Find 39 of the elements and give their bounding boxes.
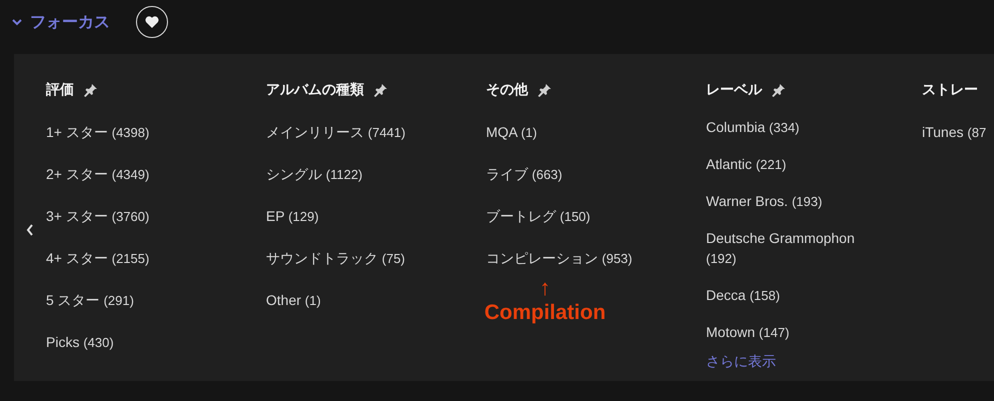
annotation-arrow: ↑ bbox=[540, 276, 550, 300]
facet-title: アルバムの種類 bbox=[266, 81, 364, 99]
show-more-link[interactable]: さらに表示 bbox=[706, 353, 926, 369]
facet-item[interactable]: 2+ スター (4349) bbox=[46, 164, 226, 185]
facet-item[interactable]: Other (1) bbox=[266, 290, 446, 311]
facet-item[interactable]: Columbia (334) bbox=[706, 117, 886, 138]
facet-item[interactable]: Motown (147) bbox=[706, 322, 886, 343]
pin-icon[interactable] bbox=[772, 83, 786, 97]
facet-item[interactable]: サウンドトラック (75) bbox=[266, 248, 446, 269]
facet-item[interactable]: Warner Bros. (193) bbox=[706, 191, 886, 212]
facet-item[interactable]: Picks (430) bbox=[46, 332, 226, 353]
chevron-left-icon bbox=[26, 224, 34, 236]
facet-item[interactable]: iTunes (87 bbox=[922, 122, 994, 143]
facet-title: ストレー bbox=[922, 81, 978, 99]
focus-toggle[interactable]: フォーカス bbox=[12, 12, 110, 32]
facet-item[interactable]: ブートレグ (150) bbox=[486, 206, 666, 227]
pin-icon[interactable] bbox=[538, 83, 552, 97]
facet-item[interactable]: Decca (158) bbox=[706, 285, 886, 306]
annotation-label: Compilation bbox=[484, 300, 606, 326]
favorite-button[interactable] bbox=[136, 6, 168, 38]
facet-item[interactable]: EP (129) bbox=[266, 206, 446, 227]
facet-item[interactable]: Atlantic (221) bbox=[706, 154, 886, 175]
facet-item[interactable]: 3+ スター (3760) bbox=[46, 206, 226, 227]
facet-title: 評価 bbox=[46, 81, 74, 99]
facet-item[interactable]: 4+ スター (2155) bbox=[46, 248, 226, 269]
facet-item[interactable]: シングル (1122) bbox=[266, 164, 446, 185]
facet-item[interactable]: 1+ スター (4398) bbox=[46, 122, 226, 143]
facet-item[interactable]: メインリリース (7441) bbox=[266, 122, 446, 143]
chevron-down-icon bbox=[12, 18, 22, 26]
facet-title: レーベル bbox=[706, 81, 762, 99]
facet-item[interactable]: 5 スター (291) bbox=[46, 290, 226, 311]
facet-item[interactable]: コンピレーション (953) bbox=[486, 248, 666, 269]
facet-title: その他 bbox=[486, 81, 528, 99]
facet-item[interactable]: Deutsche Grammophon (192) bbox=[706, 228, 886, 269]
facet-item[interactable]: MQA (1) bbox=[486, 122, 666, 143]
pin-icon[interactable] bbox=[374, 83, 388, 97]
facet-item[interactable]: ライブ (663) bbox=[486, 164, 666, 185]
heart-icon bbox=[145, 16, 159, 28]
pin-icon[interactable] bbox=[84, 83, 98, 97]
